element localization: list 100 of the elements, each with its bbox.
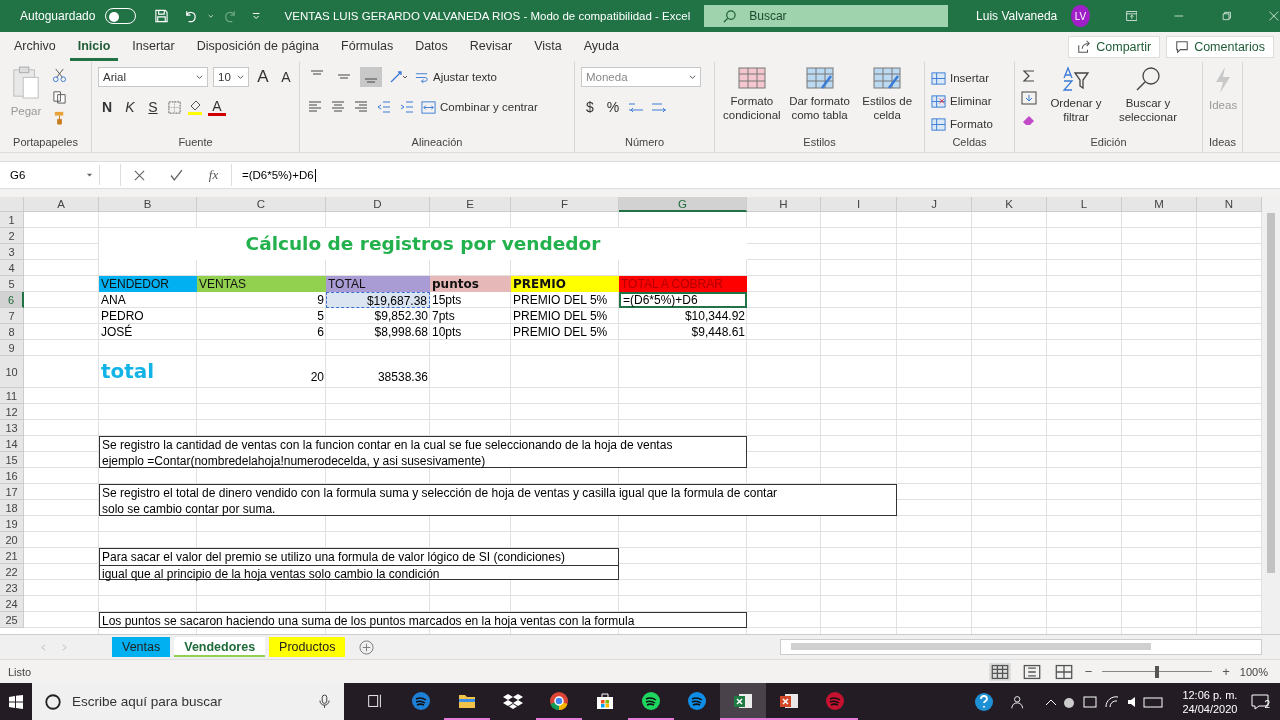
column-header[interactable]: F [511,197,619,212]
column-header[interactable]: B [99,197,197,212]
vertical-scrollbar[interactable] [1262,197,1280,634]
table-cell[interactable]: $19,687.38 [326,292,430,308]
cells-button[interactable]: Insertar [931,68,989,88]
editing-button[interactable]: Ordenar y filtrar [1043,66,1109,124]
column-header[interactable]: I [821,197,897,212]
grow-font-button[interactable]: A [254,67,272,87]
row-header[interactable]: 1 [0,212,24,228]
ribbon-tab[interactable]: Fórmulas [333,33,402,61]
table-cell[interactable]: PREMIO DEL 5% [511,324,619,340]
row-header[interactable]: 6 [0,292,24,308]
row-header[interactable]: 24 [0,596,24,612]
row-header[interactable]: 4 [0,260,24,276]
row-header[interactable]: 9 [0,340,24,356]
column-header[interactable]: A [24,197,99,212]
styles-button[interactable]: Dar formato como tabla [788,66,851,122]
ribbon-tab[interactable]: Insertar [124,33,183,61]
row-header[interactable]: 10 [0,356,24,388]
ribbon-tab[interactable]: Vista [526,33,570,61]
row-header[interactable]: 8 [0,324,24,340]
table-cell[interactable]: 7pts [430,308,511,324]
italic-button[interactable]: K [121,99,139,115]
share-button[interactable]: Compartir [1068,36,1161,58]
zoom-out-button[interactable]: − [1084,664,1093,679]
align-right-icon[interactable] [352,99,370,115]
customize-icon[interactable] [252,11,261,21]
restore-icon[interactable] [1220,9,1233,23]
ribbon-display-icon[interactable] [1125,9,1138,23]
underline-button[interactable]: S [144,99,162,115]
ribbon-tab[interactable]: Datos [407,33,456,61]
merge-center-button[interactable]: Combinar y centrar [421,97,538,117]
table-cell[interactable]: PREMIO DEL 5% [511,308,619,324]
user-avatar[interactable]: LV [1071,5,1090,27]
ribbon-tab[interactable]: Ayuda [575,33,627,61]
insert-function-button[interactable]: fx [208,167,219,183]
align-center-icon[interactable] [329,99,347,115]
table-cell[interactable]: 20 [197,366,326,388]
row-header[interactable]: 22 [0,564,24,580]
ribbon-tab[interactable]: Disposición de página [188,33,328,61]
fill-color-icon[interactable] [187,99,203,115]
table-cell[interactable]: PREMIO DEL 5% [511,292,619,308]
table-cell[interactable]: =(D6*5%)+D6 [619,292,747,308]
column-header[interactable]: C [197,197,326,212]
header-cell[interactable]: VENDEDOR [99,276,197,292]
cells-button[interactable]: Eliminar [931,91,992,111]
table-cell[interactable]: JOSÉ [99,324,197,340]
row-header[interactable]: 15 [0,452,24,468]
clock[interactable]: 12:06 p. m. 24/04/2020 [1182,687,1238,716]
table-cell[interactable]: $9,852.30 [326,308,430,324]
cancel-icon[interactable] [133,169,145,181]
number-format-select[interactable]: Moneda [581,67,701,87]
table-cell[interactable]: 10pts [430,324,511,340]
row-header[interactable]: 14 [0,436,24,452]
microphone-icon[interactable] [319,694,330,709]
column-header[interactable]: K [972,197,1047,212]
windows-start-icon[interactable] [8,693,24,710]
styles-button[interactable]: Estilos de celda [856,66,918,122]
row-header[interactable]: 11 [0,388,24,404]
styles-button[interactable]: Formato condicional [721,66,783,122]
wrap-text-button[interactable]: Ajustar texto [414,67,497,87]
row-header[interactable]: 20 [0,532,24,548]
scissors-icon[interactable] [52,68,67,83]
search-field[interactable]: Buscar [704,5,949,27]
row-header[interactable]: 5 [0,276,24,292]
row-header[interactable]: 7 [0,308,24,324]
column-header[interactable]: G [619,197,747,212]
table-cell[interactable]: ANA [99,292,197,308]
row-header[interactable]: 18 [0,500,24,516]
row-header[interactable]: 23 [0,580,24,596]
table-cell[interactable]: $10,344.92 [619,308,747,324]
currency-button[interactable]: $ [581,99,599,115]
cells-button[interactable]: Formato [931,114,993,134]
column-header[interactable]: L [1047,197,1122,212]
row-header[interactable]: 21 [0,548,24,564]
table-cell[interactable]: 15pts [430,292,511,308]
save-icon[interactable] [153,7,169,25]
row-header[interactable]: 12 [0,404,24,420]
shrink-font-button[interactable]: A [277,69,295,85]
close-icon[interactable] [1268,9,1280,23]
sheet-tab[interactable]: Ventas [112,637,171,657]
font-select[interactable]: Arial [98,67,208,87]
font-size-select[interactable]: 10 [213,67,249,87]
column-header[interactable]: N [1197,197,1262,212]
help-icon[interactable] [974,691,995,712]
enter-check-icon[interactable] [170,168,184,182]
row-header[interactable]: 17 [0,484,24,500]
fill-down-icon[interactable] [1021,90,1037,106]
caret-icon[interactable] [207,12,214,20]
table-cell[interactable]: $9,448.61 [619,324,747,340]
row-header[interactable]: 3 [0,244,24,260]
comments-button[interactable]: Comentarios [1166,36,1274,58]
table-cell[interactable]: 9 [197,292,326,308]
header-cell[interactable]: VENTAS [197,276,326,292]
vertical-align-icon[interactable] [360,67,382,87]
header-cell[interactable]: PREMIO [511,276,619,292]
taskbar-app-button[interactable] [720,683,766,720]
table-cell[interactable]: 6 [197,324,326,340]
table-cell[interactable]: 38538.36 [326,366,430,388]
sum-icon[interactable] [1021,68,1037,84]
